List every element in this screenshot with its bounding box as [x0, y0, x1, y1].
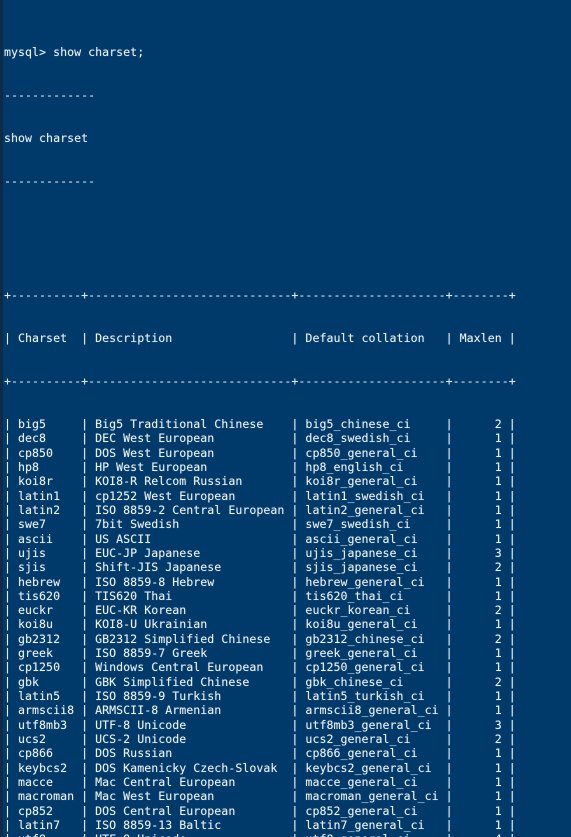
charset-table-body: | big5 | Big5 Traditional Chinese | big5…: [4, 417, 516, 837]
command-echo-underline-1: -------------: [4, 173, 96, 188]
charset-table-row: | koi8u | KOI8-U Ukrainian | koi8u_gener…: [4, 617, 516, 632]
charset-table-row: | euckr | EUC-KR Korean | euckr_korean_c…: [4, 603, 516, 618]
charset-table-row: | gb2312 | GB2312 Simplified Chinese | g…: [4, 631, 516, 646]
charset-table-row: | koi8r | KOI8-R Relcom Russian | koi8r_…: [4, 474, 516, 489]
charset-table-row: | keybcs2 | DOS Kamenicky Czech-Slovak |…: [4, 760, 516, 775]
charset-table-row: | latin1 | cp1252 West European | latin1…: [4, 488, 516, 503]
charset-table-row: | gbk | GBK Simplified Chinese | gbk_chi…: [4, 674, 516, 689]
terminal-window[interactable]: mysql> show charset; ------------- show …: [0, 0, 571, 837]
charset-table-row: | ascii | US ASCII | ascii_general_ci | …: [4, 531, 516, 546]
charset-table-row: | latin2 | ISO 8859-2 Central European |…: [4, 502, 516, 517]
terminal-screen: mysql> show charset; ------------- show …: [4, 2, 516, 837]
charset-table-row: | macce | Mac Central European | macce_g…: [4, 774, 516, 789]
charset-table-row: | utf8 | UTF-8 Unicode | utf8_general_ci…: [4, 832, 516, 837]
charset-table-row: | latin5 | ISO 8859-9 Turkish | latin5_t…: [4, 689, 516, 703]
charset-table-row: | ucs2 | UCS-2 Unicode | ucs2_general_ci…: [4, 731, 516, 746]
charset-table-row: | cp866 | DOS Russian | cp866_general_ci…: [4, 746, 516, 761]
command-underline-1: -------------: [4, 87, 96, 102]
charset-table-border-mid: +----------+----------------------------…: [4, 374, 516, 389]
charset-table-row: | utf8mb3 | UTF-8 Unicode | utf8mb3_gene…: [4, 717, 516, 732]
command-text-show-charset: show charset;: [46, 44, 145, 59]
charset-table-row: | dec8 | DEC West European | dec8_swedis…: [4, 431, 516, 446]
charset-table-row: | big5 | Big5 Traditional Chinese | big5…: [4, 417, 516, 432]
charset-table-row: | sjis | Shift-JIS Japanese | sjis_japan…: [4, 560, 516, 575]
charset-table-row: | hebrew | ISO 8859-8 Hebrew | hebrew_ge…: [4, 574, 516, 589]
charset-table-row: | cp1250 | Windows Central European | cp…: [4, 660, 516, 675]
charset-table-row: | swe7 | 7bit Swedish | swe7_swedish_ci …: [4, 517, 516, 532]
prompt-symbol: mysql>: [4, 44, 47, 59]
charset-table-row: | armscii8 | ARMSCII-8 Armenian | armsci…: [4, 703, 516, 718]
command-echo-show-charset: show charset: [4, 130, 89, 145]
charset-table-row: | latin7 | ISO 8859-13 Baltic | latin7_g…: [4, 817, 516, 832]
charset-table-row: | greek | ISO 8859-7 Greek | greek_gener…: [4, 646, 516, 661]
prompt-line-show-charset: mysql> show charset;: [4, 45, 516, 59]
charset-table-row: | tis620 | TIS620 Thai | tis620_thai_ci …: [4, 588, 516, 603]
charset-table-row: | cp850 | DOS West European | cp850_gene…: [4, 445, 516, 460]
charset-table-header-row: | Charset | Description | Default collat…: [4, 331, 516, 346]
charset-table-row: | ujis | EUC-JP Japanese | ujis_japanese…: [4, 545, 516, 560]
charset-table-row: | cp852 | DOS Central European | cp852_g…: [4, 803, 516, 818]
charset-table-row: | macroman | Mac West European | macroma…: [4, 789, 516, 804]
charset-table-border-top: +----------+----------------------------…: [4, 288, 516, 303]
charset-table-row: | hp8 | HP West European | hp8_english_c…: [4, 460, 516, 474]
